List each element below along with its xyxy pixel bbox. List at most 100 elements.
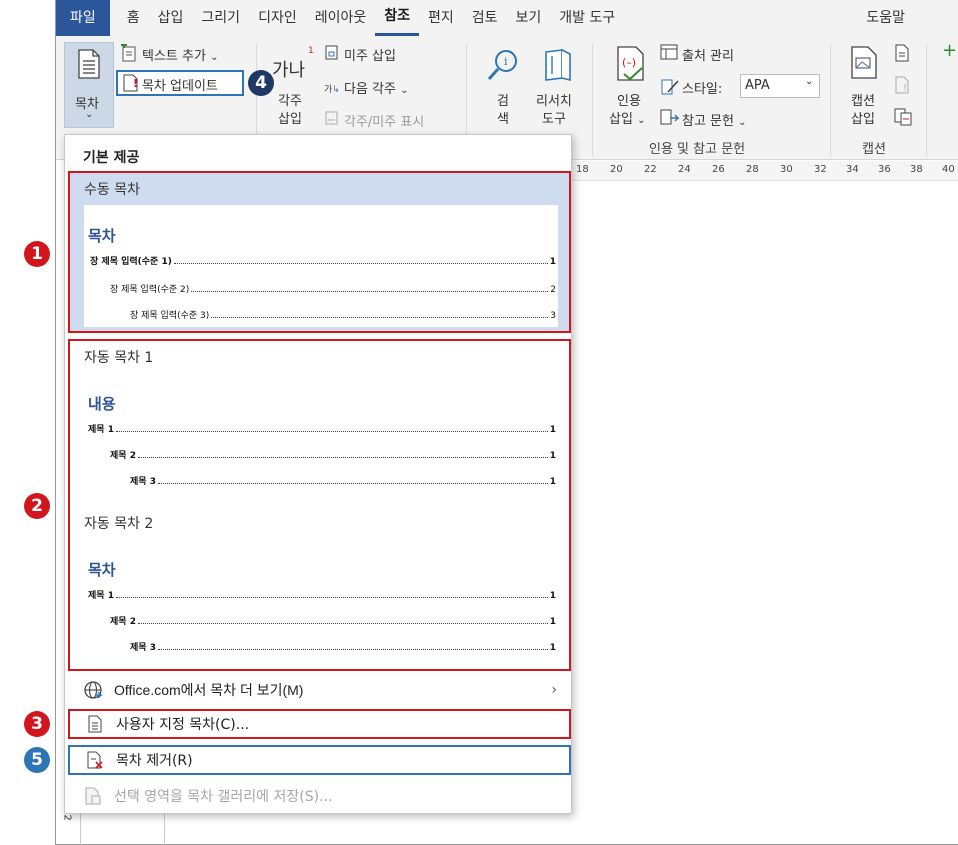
svg-text:!: !: [903, 83, 907, 94]
preview-line: 제목 2 1: [110, 615, 556, 627]
next-footnote-label: 다음 각주: [344, 82, 396, 97]
leader-dots: [173, 263, 548, 264]
show-notes-icon: [325, 111, 338, 125]
tab-view[interactable]: 보기: [507, 0, 551, 36]
preview-line-label: 제목 3: [130, 643, 156, 653]
save-to-gallery-icon: [82, 786, 104, 806]
tab-file[interactable]: 파일: [56, 0, 110, 36]
chevron-down-icon: ⌄: [210, 52, 219, 63]
ruler-mark: 40: [942, 164, 955, 175]
update-toc-button[interactable]: ! 목차 업데이트: [116, 70, 244, 96]
add-text-label: 텍스트 추가: [142, 49, 206, 64]
tab-draw[interactable]: 그리기: [192, 0, 249, 36]
insert-endnote-button[interactable]: 미주 삽입: [344, 45, 396, 64]
tab-review[interactable]: 검토: [463, 0, 507, 36]
insert-footnote-label2[interactable]: 삽입: [278, 108, 302, 127]
leader-dots: [157, 649, 548, 650]
style-label: 스타일:: [682, 82, 723, 97]
svg-text:(–): (–): [622, 56, 636, 69]
ruler-mark: 24: [678, 164, 691, 175]
builtin-header: 기본 제공: [83, 150, 140, 166]
chevron-down-icon: ⌄: [85, 109, 94, 120]
preview-line-label: 장 제목 입력(수준 1): [90, 257, 172, 267]
next-footnote-button[interactable]: 다음 각주 ⌄: [344, 78, 409, 97]
tab-mailings[interactable]: 편지: [419, 0, 463, 36]
preview-line-page: 1: [549, 451, 556, 461]
ruler-mark: 22: [644, 164, 657, 175]
leader-dots: [191, 291, 549, 292]
search-label2[interactable]: 색: [497, 108, 509, 127]
vertical-ruler-mark: 2: [61, 814, 73, 821]
preview-line-label: 제목 1: [88, 591, 114, 601]
insert-footnote-glyph: 가나: [272, 60, 306, 81]
auto-toc-1-title: 자동 목차 1: [84, 350, 154, 366]
auto-toc-1-option[interactable]: 자동 목차 1 내용 제목 1 1 제목 2 1 제목 3 1: [70, 341, 569, 505]
preview-line: 제목 3 1: [130, 641, 556, 653]
preview-line: 제목 1 1: [88, 589, 556, 601]
ruler-mark: 32: [814, 164, 827, 175]
style-select[interactable]: APA ⌄: [740, 74, 820, 98]
preview-line-page: 1: [549, 643, 556, 653]
update-table-icon: !: [895, 76, 909, 94]
researcher-icon: [545, 49, 571, 82]
preview-line-label: 장 제목 입력(수준 2): [110, 285, 190, 295]
ruler-mark: 34: [846, 164, 859, 175]
group-separator: [926, 44, 927, 156]
insert-citation-label2[interactable]: 삽입 ⌄: [609, 108, 645, 127]
manage-sources-button[interactable]: 출처 관리: [682, 45, 734, 64]
remove-toc-item[interactable]: 목차 제거(R): [68, 745, 571, 775]
manual-toc-preview: 목차 장 제목 입력(수준 1) 1 장 제목 입력(수준 2) 2 장 제목 입력…: [84, 205, 558, 327]
auto-toc-2-title: 자동 목차 2: [84, 516, 154, 532]
preview-line-label: 제목 3: [130, 477, 156, 487]
preview-heading: 목차: [88, 561, 116, 579]
insert-footnote-label1[interactable]: 각주: [278, 90, 302, 109]
group-separator: [830, 44, 831, 156]
insert-caption-label2[interactable]: 삽입: [851, 108, 875, 127]
tab-developer[interactable]: 개발 도구: [550, 0, 624, 36]
tab-design[interactable]: 디자인: [249, 0, 306, 36]
auto-toc-2-option[interactable]: 자동 목차 2 목차 제목 1 1 제목 2 1 제목 3 1: [70, 505, 569, 669]
more-toc-office-item[interactable]: Office.com에서 목차 더 보기(M) ›: [68, 675, 571, 705]
style-select-value: APA: [745, 78, 770, 93]
chevron-right-icon: ›: [551, 682, 557, 698]
insert-endnote-icon: [325, 45, 338, 60]
svg-text:!: !: [133, 77, 138, 90]
manage-sources-icon: [660, 44, 678, 60]
insert-table-of-figures-icon: [895, 44, 909, 62]
insert-citation-icon: (–): [617, 46, 644, 81]
insert-citation-label1[interactable]: 인용: [617, 90, 641, 109]
leader-dots: [157, 483, 548, 484]
custom-toc-item[interactable]: 사용자 지정 목차(C)...: [68, 709, 571, 739]
leader-dots: [115, 431, 548, 432]
insert-caption-label1[interactable]: 캡션: [851, 90, 875, 109]
preview-line-page: 1: [549, 477, 556, 487]
leader-dots: [137, 623, 548, 624]
researcher-label1[interactable]: 리서치: [536, 90, 572, 109]
tab-insert[interactable]: 삽입: [149, 0, 193, 36]
researcher-label2[interactable]: 도구: [542, 108, 566, 127]
chevron-down-icon: ⌄: [738, 117, 747, 128]
tab-layout[interactable]: 레이아웃: [306, 0, 376, 36]
insert-caption-icon: [851, 46, 877, 79]
add-text-button[interactable]: 텍스트 추가 ⌄: [142, 45, 218, 64]
remove-document-icon: [84, 750, 106, 770]
preview-line-page: 3: [550, 311, 556, 321]
manual-toc-option[interactable]: 수동 목차 목차 장 제목 입력(수준 1) 1 장 제목 입력(수준 2) 2 장…: [68, 171, 571, 333]
toc-button[interactable]: 목차 ⌄: [64, 42, 114, 128]
search-label1[interactable]: 검: [497, 90, 509, 109]
custom-toc-label: 사용자 지정 목차(C)...: [116, 717, 250, 733]
ruler-mark: 20: [610, 164, 623, 175]
preview-line-page: 1: [549, 257, 556, 267]
preview-line-label: 제목 2: [110, 617, 136, 627]
tab-help[interactable]: 도움말: [857, 0, 914, 36]
marker-2: 2: [24, 493, 50, 519]
preview-line-page: 1: [549, 425, 556, 435]
insert-citation-text: 삽입: [609, 112, 633, 127]
tab-references[interactable]: 참조: [375, 0, 419, 36]
tab-home[interactable]: 홈: [118, 0, 149, 36]
toc-document-icon: [78, 49, 100, 79]
bibliography-button[interactable]: 참고 문헌 ⌄: [682, 110, 747, 129]
group-separator: [592, 44, 593, 156]
save-selection-item: 선택 영역을 목차 갤러리에 저장(S)...: [68, 781, 571, 811]
show-notes-button: 각주/미주 표시: [344, 115, 425, 130]
